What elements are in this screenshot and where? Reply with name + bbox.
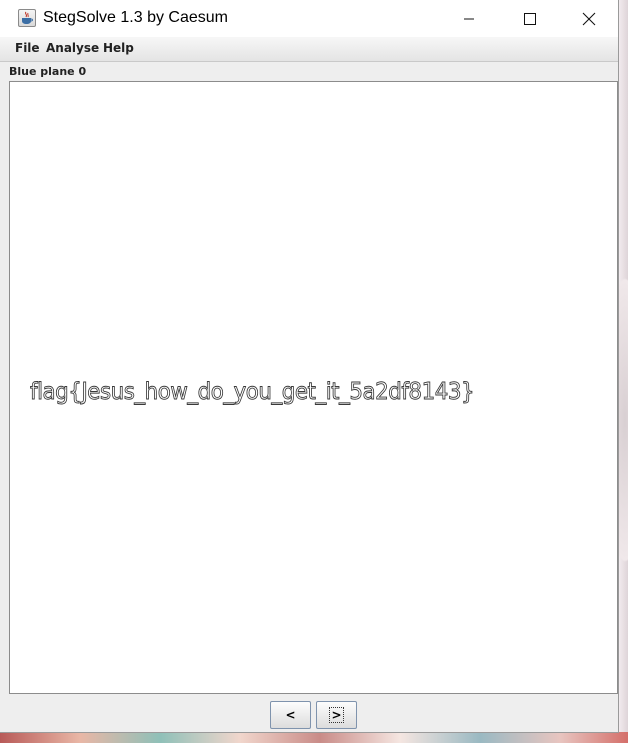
- menu-bar: File Analyse Help: [0, 37, 618, 62]
- stegsolve-window: StegSolve 1.3 by Caesum File Analyse Hel…: [0, 0, 619, 733]
- maximize-icon: [524, 12, 536, 25]
- close-button[interactable]: [566, 0, 612, 37]
- maximize-button[interactable]: [507, 0, 553, 37]
- minimize-button[interactable]: [446, 0, 492, 37]
- java-coffee-cup-icon[interactable]: [18, 9, 36, 27]
- window-title: StegSolve 1.3 by Caesum: [43, 9, 228, 26]
- menu-help[interactable]: Help: [103, 41, 134, 55]
- image-view-panel[interactable]: flag{Jesus_how_do_you_get_it_5a2df8143}: [9, 81, 618, 694]
- minimize-icon: [464, 18, 474, 19]
- previous-plane-button[interactable]: <: [270, 701, 311, 729]
- previous-button-label: <: [285, 708, 296, 722]
- next-plane-button[interactable]: >: [316, 701, 357, 729]
- desktop-wallpaper: [0, 732, 628, 743]
- menu-file[interactable]: File: [15, 41, 40, 55]
- close-icon: [582, 12, 596, 25]
- plane-label: Blue plane 0: [9, 65, 87, 78]
- title-bar[interactable]: StegSolve 1.3 by Caesum: [0, 0, 618, 37]
- menu-analyse[interactable]: Analyse: [46, 41, 99, 55]
- next-button-label: >: [329, 707, 344, 723]
- revealed-hidden-text: flag{Jesus_how_do_you_get_it_5a2df8143}: [30, 379, 475, 406]
